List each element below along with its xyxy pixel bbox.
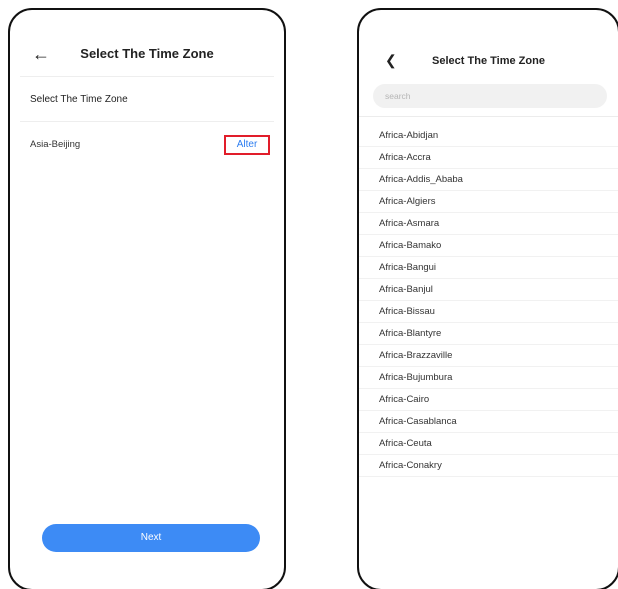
time-zone-item[interactable]: Africa-Banjul	[359, 279, 618, 301]
left-header: ← Select The Time Zone	[10, 38, 284, 72]
time-zone-list: Africa-Abidjan Africa-Accra Africa-Addis…	[359, 125, 618, 477]
time-zone-item[interactable]: Africa-Accra	[359, 147, 618, 169]
phone-right-time-zone-list: ❮ Select The Time Zone Africa-Abidjan Af…	[357, 8, 618, 589]
alter-button[interactable]: Alter	[224, 135, 270, 155]
search-input[interactable]	[373, 84, 607, 108]
time-zone-item[interactable]: Africa-Bamako	[359, 235, 618, 257]
time-zone-item[interactable]: Africa-Blantyre	[359, 323, 618, 345]
time-zone-item[interactable]: Africa-Asmara	[359, 213, 618, 235]
current-time-zone-value: Asia-Beijing	[30, 139, 81, 150]
screenshot-canvas: ← Select The Time Zone Select The Time Z…	[0, 0, 618, 589]
left-page-title: Select The Time Zone	[80, 46, 214, 61]
time-zone-item[interactable]: Africa-Algiers	[359, 191, 618, 213]
time-zone-item[interactable]: Africa-Addis_Ababa	[359, 169, 618, 191]
time-zone-item[interactable]: Africa-Bissau	[359, 301, 618, 323]
time-zone-item[interactable]: Africa-Brazzaville	[359, 345, 618, 367]
right-page-title: Select The Time Zone	[432, 55, 545, 67]
time-zone-item[interactable]: Africa-Abidjan	[359, 125, 618, 147]
time-zone-item[interactable]: Africa-Casablanca	[359, 411, 618, 433]
time-zone-item[interactable]: Africa-Cairo	[359, 389, 618, 411]
time-zone-item[interactable]: Africa-Bangui	[359, 257, 618, 279]
left-header-divider	[20, 76, 274, 77]
next-button[interactable]: Next	[42, 524, 260, 552]
left-section-divider	[20, 121, 274, 122]
time-zone-item[interactable]: Africa-Ceuta	[359, 433, 618, 455]
time-zone-item[interactable]: Africa-Conakry	[359, 455, 618, 477]
time-zone-item[interactable]: Africa-Bujumbura	[359, 367, 618, 389]
phone-left-time-zone-summary: ← Select The Time Zone Select The Time Z…	[8, 8, 286, 589]
current-time-zone-row: Asia-Beijing Alter	[30, 135, 270, 157]
left-section-label: Select The Time Zone	[30, 94, 128, 105]
list-top-divider	[359, 116, 618, 117]
